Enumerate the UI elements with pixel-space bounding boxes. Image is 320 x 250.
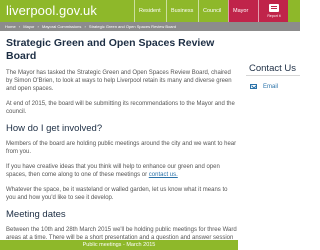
contact-us-link[interactable]: contact us. (149, 172, 178, 178)
nav-mayor[interactable]: Mayor (228, 0, 258, 22)
breadcrumb-separator: › (18, 24, 21, 29)
ideas-text: If you have creative ideas that you thin… (6, 164, 220, 178)
meeting-dates-heading: Meeting dates (6, 209, 66, 220)
how-involved-heading: How do I get involved? (6, 123, 103, 134)
whatever-paragraph: Whatever the space, be it wasteland or w… (6, 187, 228, 201)
page-title: Strategic Green and Open Spaces Review B… (6, 37, 215, 62)
breadcrumb-mayoral-commissions[interactable]: Mayoral Commissions (42, 24, 81, 29)
breadcrumb-separator: › (84, 24, 86, 29)
main-nav: Resident Business Council Mayor (134, 0, 258, 22)
email-icon (250, 84, 257, 89)
nav-council[interactable]: Council (198, 0, 228, 22)
contact-panel: Contact Us Email (246, 62, 300, 102)
breadcrumb-mayor[interactable]: Mayor (23, 24, 34, 29)
email-link[interactable]: Email (246, 82, 300, 92)
breadcrumb: Home › Mayor › Mayoral Commissions › Str… (0, 22, 300, 31)
contact-us-heading: Contact Us (246, 62, 300, 76)
public-meetings-label: Public meetings - March 2015 (82, 242, 156, 248)
site-logo[interactable]: liverpool.gov.uk (6, 2, 97, 19)
report-it-icon (269, 4, 279, 12)
ideas-paragraph: If you have creative ideas that you thin… (6, 163, 238, 179)
main-content: Strategic Green and Open Spaces Review B… (6, 37, 238, 250)
breadcrumb-home[interactable]: Home (5, 24, 16, 29)
nav-business[interactable]: Business (166, 0, 198, 22)
recommendations-paragraph: At end of 2015, the board will be submit… (6, 101, 235, 115)
how-involved-paragraph: Members of the board are holding public … (6, 141, 237, 155)
breadcrumb-separator: › (37, 24, 39, 29)
public-meetings-bar[interactable]: Public meetings - March 2015 (0, 240, 238, 250)
intro-paragraph: The Mayor has tasked the Strategic Green… (6, 70, 232, 92)
report-it-label: Report it (267, 14, 281, 18)
site-header: liverpool.gov.uk Resident Business Counc… (0, 0, 300, 22)
breadcrumb-current: Strategic Green and Open Spaces Review B… (88, 24, 177, 29)
report-it-button[interactable]: Report it (258, 0, 288, 22)
nav-resident[interactable]: Resident (134, 0, 166, 22)
email-label: Email (263, 84, 279, 90)
